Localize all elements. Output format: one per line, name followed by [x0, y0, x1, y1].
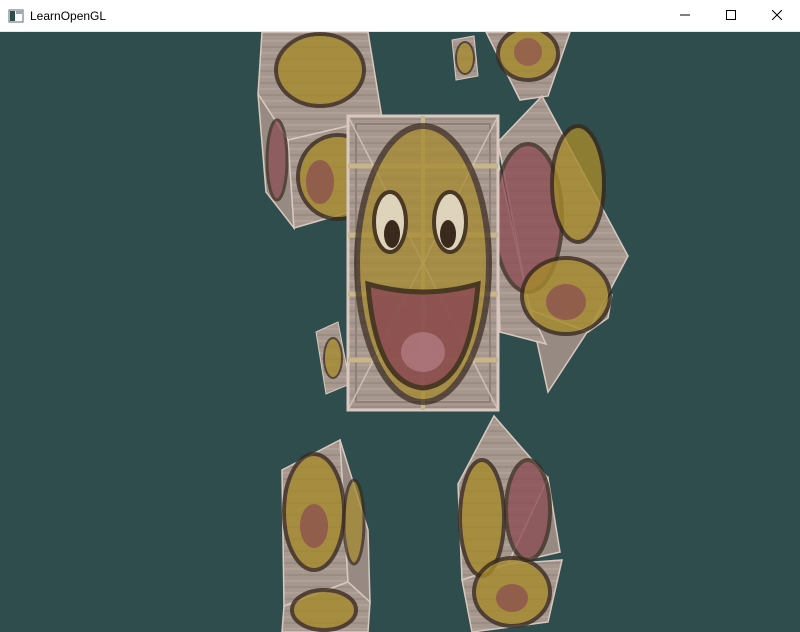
crate-center: [346, 114, 500, 412]
crate-small-top: [451, 35, 479, 81]
app-window: LearnOpenGL: [0, 0, 800, 632]
title-bar[interactable]: LearnOpenGL: [0, 0, 800, 32]
opengl-viewport[interactable]: [0, 32, 800, 632]
maximize-icon: [726, 7, 736, 25]
close-icon: [771, 7, 783, 25]
render-canvas: [0, 32, 800, 632]
close-button[interactable]: [754, 0, 800, 32]
minimize-icon: [680, 7, 690, 25]
minimize-button[interactable]: [662, 0, 708, 32]
window-controls: [662, 0, 800, 32]
maximize-button[interactable]: [708, 0, 754, 32]
window-title: LearnOpenGL: [30, 8, 107, 23]
app-window-icon: [8, 8, 24, 24]
